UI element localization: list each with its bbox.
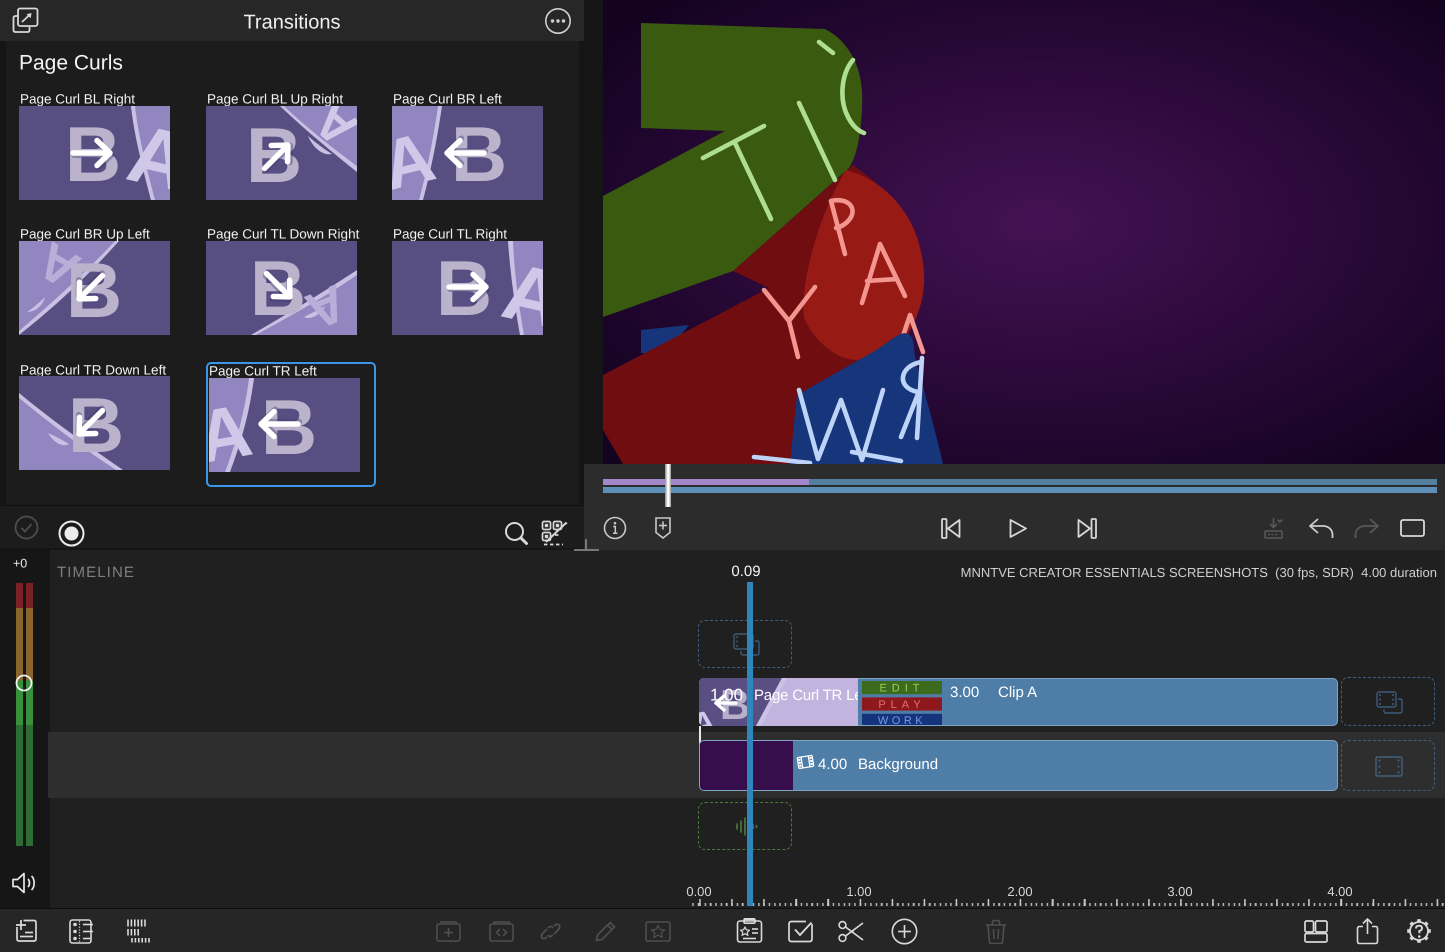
svg-text:Clip A: Clip A: [998, 684, 1037, 701]
svg-text:EDIT: EDIT: [879, 682, 924, 694]
svg-text:Page Curl BL Up Right: Page Curl BL Up Right: [207, 91, 343, 106]
svg-text:Page Curl TR Down Left: Page Curl TR Down Left: [20, 362, 166, 377]
svg-text:Page Curl TR Le: Page Curl TR Le: [754, 687, 858, 704]
svg-text:WORK: WORK: [878, 715, 926, 725]
svg-text:Page Curl BR Up Left: Page Curl BR Up Left: [20, 226, 150, 241]
svg-text:4.00: 4.00: [818, 756, 847, 773]
svg-text:TIMELINE: TIMELINE: [57, 564, 135, 581]
svg-text:4.00: 4.00: [1327, 884, 1352, 899]
svg-text:Page Curl BR Left: Page Curl BR Left: [393, 91, 502, 106]
svg-text:B: B: [245, 111, 301, 199]
svg-text:3.00: 3.00: [950, 684, 979, 701]
svg-text:0.09: 0.09: [731, 563, 760, 580]
svg-text:Transitions: Transitions: [243, 11, 340, 33]
svg-text:MNNTVE CREATOR ESSENTIALS SCRE: MNNTVE CREATOR ESSENTIALS SCREENSHOTS (3…: [961, 565, 1437, 580]
svg-text:Page Curls: Page Curls: [19, 51, 123, 74]
svg-text:Page Curl TL Right: Page Curl TL Right: [393, 226, 507, 241]
svg-text:0.00: 0.00: [686, 884, 711, 899]
svg-text:Background: Background: [858, 756, 938, 773]
svg-text:Page Curl BL Right: Page Curl BL Right: [20, 91, 135, 106]
svg-text:3.00: 3.00: [1167, 884, 1192, 899]
svg-text:1.00: 1.00: [846, 884, 871, 899]
svg-text:+0: +0: [13, 557, 27, 571]
svg-text:1.00: 1.00: [710, 686, 743, 705]
svg-text:B: B: [66, 246, 122, 334]
svg-text:2.00: 2.00: [1007, 884, 1032, 899]
svg-text:Page Curl TL Down Right: Page Curl TL Down Right: [207, 226, 360, 241]
svg-text:PLAY: PLAY: [878, 698, 925, 710]
